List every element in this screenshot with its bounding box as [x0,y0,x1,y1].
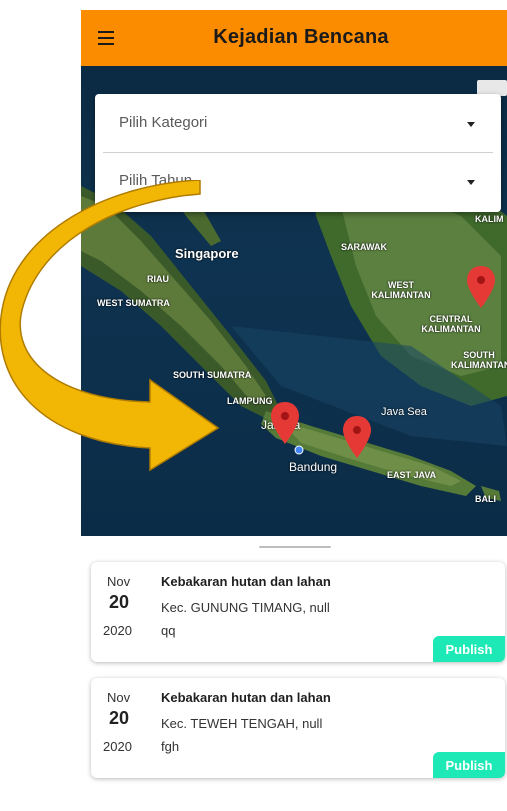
map-city: Java Sea [381,406,427,418]
status-badge: Publish [433,636,505,662]
chevron-down-icon [467,180,475,185]
event-card[interactable]: Nov 20 2020 Kebakaran hutan dan lahan Ke… [91,562,505,662]
map-label: BALI [475,494,496,504]
event-card[interactable]: Nov 20 2020 Kebakaran hutan dan lahan Ke… [91,678,505,778]
annotation-arrow-icon [0,180,220,472]
map-label: SOUTH KALIMANTAN [451,350,507,370]
map-label: WEST KALIMANTAN [371,280,431,300]
page-title: Kejadian Bencana [213,26,389,48]
app-bar: Kejadian Bencana [81,10,507,66]
map-label: SARAWAK [341,242,388,252]
event-year: 2020 [103,739,132,754]
category-dropdown-label: Pilih Kategori [119,114,208,131]
event-description: fgh [161,739,180,754]
map-label: EAST JAVA [387,470,437,480]
sheet-drag-handle[interactable] [259,546,331,548]
map-label: CENTRAL KALIMANTAN [421,314,481,334]
status-badge: Publish [433,752,505,778]
chevron-down-icon [467,122,475,127]
event-title: Kebakaran hutan dan lahan [161,574,331,589]
event-month: Nov [107,574,131,589]
event-day: 20 [109,708,130,728]
event-location: Kec. TEWEH TENGAH, null [161,716,323,731]
event-month: Nov [107,690,131,705]
event-day: 20 [109,592,130,612]
map-label: KALIM [475,214,504,224]
event-location: Kec. GUNUNG TIMANG, null [161,600,330,615]
map-city: Jakarta [261,418,301,432]
event-description: qq [161,623,176,638]
category-dropdown[interactable]: Pilih Kategori [95,94,501,152]
map-city: Bandung [289,460,338,474]
event-title: Kebakaran hutan dan lahan [161,690,331,705]
event-year: 2020 [103,623,132,638]
